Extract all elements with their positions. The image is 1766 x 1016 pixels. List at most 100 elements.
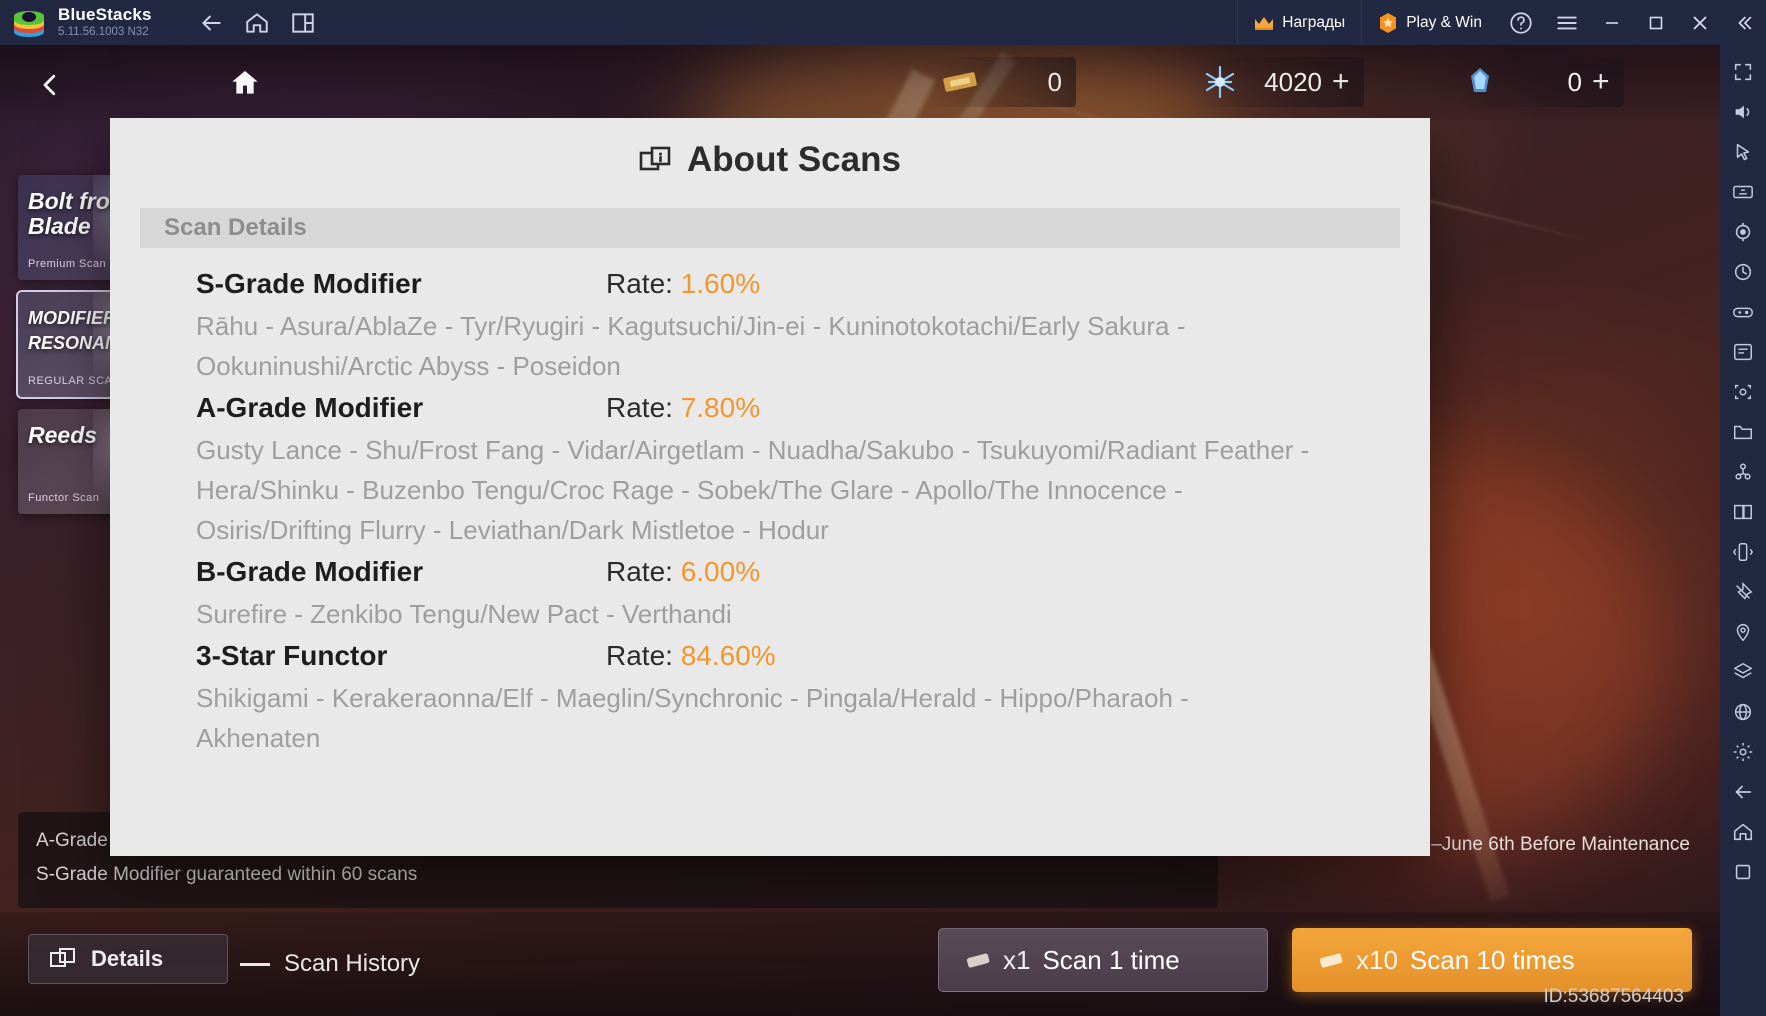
app-root: Bolt from the Blade Premium Scan MODIFIE… <box>0 0 1766 1016</box>
hamburger-menu-icon[interactable] <box>1544 0 1590 45</box>
close-button[interactable] <box>1678 0 1722 45</box>
minimize-button[interactable] <box>1590 0 1634 45</box>
grade-item-list: Shikigami - Kerakeraonna/Elf - Maeglin/S… <box>196 683 1189 753</box>
play-and-win-label: Play & Win <box>1406 13 1482 31</box>
grade-rate: Rate: 84.60% <box>606 640 776 672</box>
currency-ticket[interactable]: 0 <box>930 57 1076 107</box>
script-icon[interactable] <box>1723 453 1763 491</box>
help-icon[interactable] <box>1498 0 1544 45</box>
grade-name: S-Grade Modifier <box>196 268 422 299</box>
back-button[interactable] <box>188 0 234 45</box>
bluestacks-sidebar[interactable] <box>1720 45 1766 1016</box>
dialog-title-bar: About Scans <box>110 118 1430 202</box>
game-hud: 0 4020 + 0 + <box>0 45 1720 120</box>
rewards-label: Награды <box>1282 13 1346 31</box>
about-scans-dialog[interactable]: About Scans Scan Details S-Grade Modifie… <box>110 118 1430 856</box>
rate-value: 1.60% <box>680 268 761 299</box>
shard-icon <box>1458 62 1502 102</box>
maximize-button[interactable] <box>1634 0 1678 45</box>
rate-prefix: Rate: <box>606 556 681 587</box>
guarantee-line-2: S-Grade Modifier guaranteed within 60 sc… <box>36 864 418 885</box>
home-button[interactable] <box>234 0 280 45</box>
back-arrow-icon[interactable] <box>1723 773 1763 811</box>
scan-10-cost: x10 <box>1356 944 1398 975</box>
rail-card-subtitle: Premium Scan <box>28 258 107 270</box>
multiinstance-icon[interactable] <box>1723 493 1763 531</box>
rate-group-s-grade: S-Grade Modifier Rate: 1.60% Rāhu - Asur… <box>196 268 1374 386</box>
crystal-icon <box>1198 62 1242 102</box>
rate-group-header: A-Grade Modifier Rate: 7.80% <box>196 392 1374 424</box>
grade-item-list: Gusty Lance - Shu/Frost Fang - Vidar/Air… <box>196 435 1310 545</box>
app-version: 5.11.56.1003 N32 <box>58 26 149 38</box>
rate-value: 7.80% <box>680 392 761 423</box>
screenshot-icon[interactable] <box>1723 373 1763 411</box>
currency-crystal[interactable]: 4020 + <box>1190 57 1364 107</box>
scan-history-button[interactable]: Scan History <box>240 950 420 978</box>
location-icon[interactable] <box>1723 213 1763 251</box>
fullscreen-icon[interactable] <box>1723 53 1763 91</box>
crown-icon <box>1254 15 1274 31</box>
bluestacks-logo-icon <box>12 6 46 40</box>
account-id-label: ID:53687564403 <box>1543 986 1684 1007</box>
rewards-button[interactable]: Награды <box>1237 0 1361 45</box>
gamepad-icon[interactable] <box>1723 293 1763 331</box>
ticket-icon <box>938 62 982 102</box>
rate-group-b-grade: B-Grade Modifier Rate: 6.00% Surefire - … <box>196 556 1374 634</box>
game-bottom-bar: Details Scan History x1 Scan 1 time x10 … <box>0 912 1720 1016</box>
grade-item-list: Surefire - Zenkibo Tengu/New Pact - Vert… <box>196 599 732 629</box>
crystal-value: 4020 <box>1264 66 1322 97</box>
rotate-icon[interactable] <box>1723 253 1763 291</box>
bluestacks-brand: BlueStacks 5.11.56.1003 N32 <box>58 6 188 39</box>
rate-prefix: Rate: <box>606 268 681 299</box>
collapse-sidebar-button[interactable] <box>1722 0 1766 45</box>
info-box-icon <box>639 144 673 176</box>
game-back-button[interactable] <box>30 65 70 105</box>
grade-item-list: Rāhu - Asura/AblaZe - Tyr/Ryugiri - Kagu… <box>196 311 1186 381</box>
multi-instance-button[interactable] <box>280 0 326 45</box>
recents-icon[interactable] <box>1723 853 1763 891</box>
volume-icon[interactable] <box>1723 93 1763 131</box>
grade-name: 3-Star Functor <box>196 640 388 671</box>
star-badge-icon <box>1378 12 1398 34</box>
scan-details-body: S-Grade Modifier Rate: 1.60% Rāhu - Asur… <box>110 248 1430 758</box>
scan-1-button[interactable]: x1 Scan 1 time <box>938 928 1268 992</box>
grade-rate: Rate: 6.00% <box>606 556 760 588</box>
game-home-button[interactable] <box>225 63 265 103</box>
home-nav-icon[interactable] <box>1723 813 1763 851</box>
location-pin-icon[interactable] <box>1723 613 1763 651</box>
currency-shard[interactable]: 0 + <box>1450 57 1624 107</box>
crystal-plus-button[interactable]: + <box>1332 65 1350 99</box>
macro-icon[interactable] <box>1723 333 1763 371</box>
grade-rate: Rate: 1.60% <box>606 268 760 300</box>
play-and-win-button[interactable]: Play & Win <box>1361 0 1498 45</box>
details-button-label: Details <box>91 946 164 971</box>
settings-icon[interactable] <box>1723 733 1763 771</box>
rail-card-subtitle: Functor Scan <box>28 492 100 504</box>
ticket-small-icon <box>966 953 990 968</box>
rate-prefix: Rate: <box>606 392 681 423</box>
layers-icon[interactable] <box>1723 653 1763 691</box>
scan-10-button[interactable]: x10 Scan 10 times <box>1292 928 1692 992</box>
dialog-title: About Scans <box>687 140 901 179</box>
keyboard-icon[interactable] <box>1723 173 1763 211</box>
pin-icon[interactable] <box>1723 573 1763 611</box>
folder-icon[interactable] <box>1723 413 1763 451</box>
ticket-small-icon <box>1319 953 1343 968</box>
shard-value: 0 <box>1567 66 1582 97</box>
rate-group-a-grade: A-Grade Modifier Rate: 7.80% Gusty Lance… <box>196 392 1374 550</box>
cursor-icon[interactable] <box>1723 133 1763 171</box>
shake-icon[interactable] <box>1723 533 1763 571</box>
scan-details-header: Scan Details <box>140 208 1400 248</box>
rate-value: 6.00% <box>680 556 761 587</box>
scan-history-label: Scan History <box>284 950 421 977</box>
grade-rate: Rate: 7.80% <box>606 392 760 424</box>
rail-card-subtitle: REGULAR SCAN <box>28 375 121 387</box>
rate-prefix: Rate: <box>606 640 681 671</box>
details-button[interactable]: Details <box>28 934 228 984</box>
scan-1-cost: x1 <box>1003 944 1031 975</box>
bluestacks-titlebar: BlueStacks 5.11.56.1003 N32 Награды Play… <box>0 0 1766 45</box>
globe-icon[interactable] <box>1723 693 1763 731</box>
shard-plus-button[interactable]: + <box>1592 65 1610 99</box>
rate-value: 84.60% <box>680 640 776 671</box>
scan-1-label: Scan 1 time <box>1042 944 1180 975</box>
